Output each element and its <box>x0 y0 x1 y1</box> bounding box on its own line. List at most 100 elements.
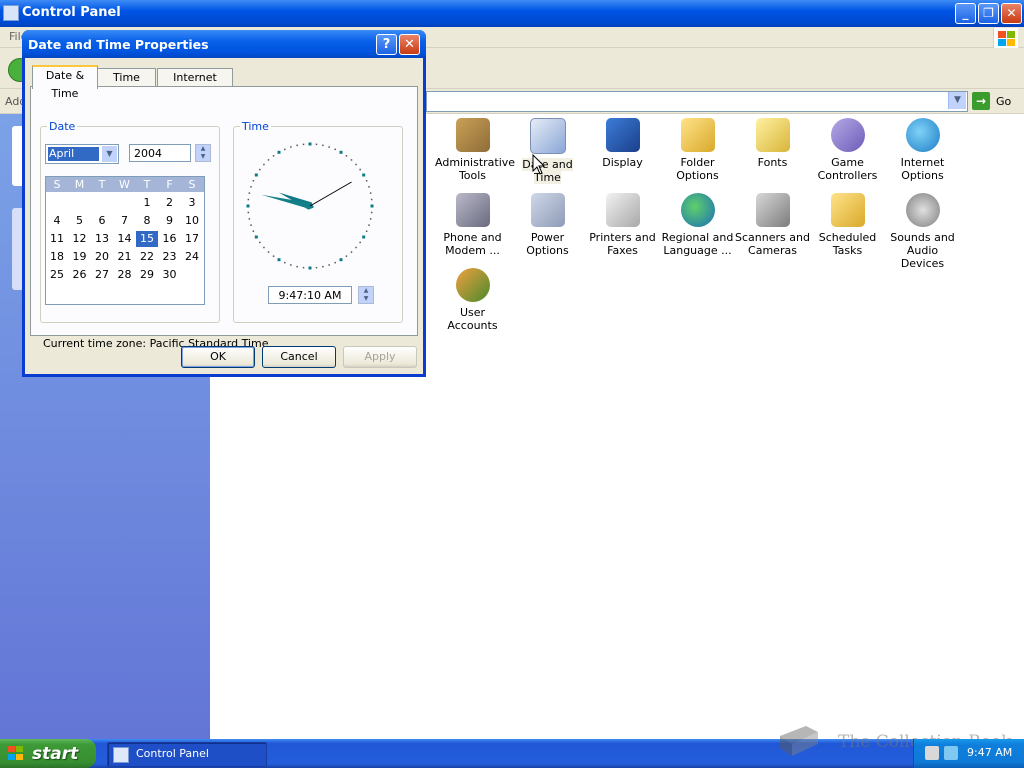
calendar-day[interactable]: 20 <box>91 249 113 265</box>
cp-item-folder-options[interactable]: Folder Options <box>660 118 735 182</box>
calendar-day[interactable]: 25 <box>46 267 68 283</box>
calendar-day[interactable]: 9 <box>159 213 181 229</box>
minimize-button[interactable]: _ <box>955 3 976 24</box>
calendar-day[interactable]: 6 <box>91 213 113 229</box>
chevron-down-icon[interactable]: ▼ <box>948 92 966 109</box>
dialog-close-button[interactable]: ✕ <box>399 34 420 55</box>
calendar: SMTWTFS 1 2 3 4 5 6 7 8 9 10 11 12 13 14 15 16 17 18 19 20 2… <box>45 176 205 305</box>
cancel-button[interactable]: Cancel <box>262 346 336 368</box>
calendar-day[interactable]: 16 <box>159 231 181 247</box>
clock-minute-mark <box>248 218 251 220</box>
control-panel-titlebar[interactable] <box>0 0 1024 27</box>
spin-up-icon[interactable]: ▲ <box>196 145 210 153</box>
dialog-title: Date and Time Properties <box>28 37 209 52</box>
calendar-day[interactable]: 7 <box>114 213 136 229</box>
clock-hour-mark <box>370 204 374 208</box>
restore-button[interactable]: ❐ <box>978 3 999 24</box>
chevron-down-icon[interactable]: ▼ <box>102 146 117 162</box>
calendar-day[interactable]: 23 <box>159 249 181 265</box>
calendar-day[interactable]: 30 <box>159 267 181 283</box>
mouse-cursor-icon <box>532 154 546 175</box>
calendar-day[interactable]: 24 <box>181 249 203 265</box>
calendar-day[interactable]: 12 <box>69 231 91 247</box>
network-icon[interactable] <box>944 746 958 760</box>
cp-item-power-options[interactable]: Power Options <box>510 193 585 257</box>
ok-button[interactable]: OK <box>181 346 255 368</box>
calendar-day[interactable]: 8 <box>136 213 158 229</box>
calendar-day[interactable]: 5 <box>69 213 91 229</box>
cp-item-date-and-time[interactable]: Date and Time <box>510 118 585 184</box>
year-spinner[interactable]: ▲ ▼ <box>195 144 211 162</box>
close-window-button[interactable]: ✕ <box>1001 3 1022 24</box>
time-field[interactable]: 9:47:10 AM <box>268 286 352 304</box>
go-button[interactable]: → Go <box>972 92 1020 110</box>
cp-item-sounds-and-audio[interactable]: Sounds and Audio Devices <box>885 193 960 270</box>
dialog-titlebar[interactable]: Date and Time Properties ? ✕ <box>22 30 426 58</box>
cp-item-internet-options[interactable]: Internet Options <box>885 118 960 182</box>
calendar-day[interactable]: 19 <box>69 249 91 265</box>
cp-item-label: Administrative Tools <box>435 156 516 182</box>
clock-minute-mark <box>350 251 353 253</box>
volume-icon[interactable] <box>925 746 939 760</box>
address-input[interactable] <box>426 91 968 112</box>
cp-item-scanners-and-cameras[interactable]: Scanners and Cameras <box>735 193 810 257</box>
weekday-header: S <box>188 178 196 191</box>
calendar-day[interactable]: 15 <box>136 231 158 247</box>
control-panel-icon <box>113 747 129 763</box>
cp-item-administrative-tools[interactable]: Administrative Tools <box>435 118 515 182</box>
calendar-day[interactable]: 17 <box>181 231 203 247</box>
clock-hour-mark <box>277 150 281 154</box>
cp-item-scheduled-tasks[interactable]: Scheduled Tasks <box>810 193 885 257</box>
calendar-day[interactable]: 3 <box>181 195 203 211</box>
calendar-day[interactable]: 2 <box>159 195 181 211</box>
calendar-day[interactable]: 28 <box>114 267 136 283</box>
tray-clock[interactable]: 9:47 AM <box>967 746 1012 759</box>
apply-button[interactable]: Apply <box>343 346 417 368</box>
spin-down-icon[interactable]: ▼ <box>196 153 210 161</box>
month-select[interactable]: April ▼ <box>45 144 119 164</box>
calendar-day[interactable]: 4 <box>46 213 68 229</box>
calendar-day[interactable]: 21 <box>114 249 136 265</box>
clock-minute-mark <box>369 192 372 194</box>
tab-time-zone[interactable]: Time Zone <box>97 68 156 102</box>
calendar-day[interactable]: 26 <box>69 267 91 283</box>
calendar-day[interactable]: 1 <box>136 195 158 211</box>
clock-minute-mark <box>359 241 361 244</box>
cp-item-regional-and-language[interactable]: Regional and Language ... <box>660 193 735 257</box>
folder-options-icon <box>680 118 715 152</box>
clock-minute-mark <box>267 159 270 161</box>
cp-item-game-controllers[interactable]: Game Controllers <box>810 118 885 182</box>
cp-item-fonts[interactable]: Fonts <box>735 118 810 169</box>
tab-date-and-time[interactable]: Date & Time <box>32 65 98 100</box>
clock-hour-mark <box>339 258 343 262</box>
calendar-day[interactable]: 14 <box>114 231 136 247</box>
time-spinner[interactable]: ▲ ▼ <box>358 286 374 304</box>
cp-item-user-accounts[interactable]: User Accounts <box>435 268 510 332</box>
calendar-day[interactable]: 27 <box>91 267 113 283</box>
calendar-day[interactable]: 11 <box>46 231 68 247</box>
cp-item-printers-and-faxes[interactable]: Printers and Faxes <box>585 193 660 257</box>
cp-item-label: Scanners and Cameras <box>735 231 810 257</box>
cp-item-display[interactable]: Display <box>585 118 660 169</box>
spin-down-icon[interactable]: ▼ <box>359 295 373 303</box>
scheduled-tasks-icon <box>830 193 865 227</box>
date-group-title: Date <box>47 120 78 133</box>
tab-internet-time[interactable]: Internet Time <box>157 68 233 102</box>
calendar-day[interactable]: 29 <box>136 267 158 283</box>
cp-item-label: User Accounts <box>447 306 498 332</box>
cp-item-label: Phone and Modem ... <box>443 231 502 257</box>
help-button[interactable]: ? <box>376 34 397 55</box>
spin-up-icon[interactable]: ▲ <box>359 287 373 295</box>
clock-minute-mark <box>267 251 270 253</box>
calendar-day[interactable]: 22 <box>136 249 158 265</box>
clock-hour-mark <box>362 173 366 177</box>
go-label: Go <box>996 95 1012 108</box>
clock-hour-mark <box>308 142 312 146</box>
cp-item-phone-and-modem[interactable]: Phone and Modem ... <box>435 193 510 257</box>
year-field[interactable]: 2004 <box>129 144 191 162</box>
power-options-icon <box>530 193 565 227</box>
calendar-day[interactable]: 10 <box>181 213 203 229</box>
clock-hour-mark <box>308 266 312 270</box>
calendar-day[interactable]: 13 <box>91 231 113 247</box>
calendar-day[interactable]: 18 <box>46 249 68 265</box>
